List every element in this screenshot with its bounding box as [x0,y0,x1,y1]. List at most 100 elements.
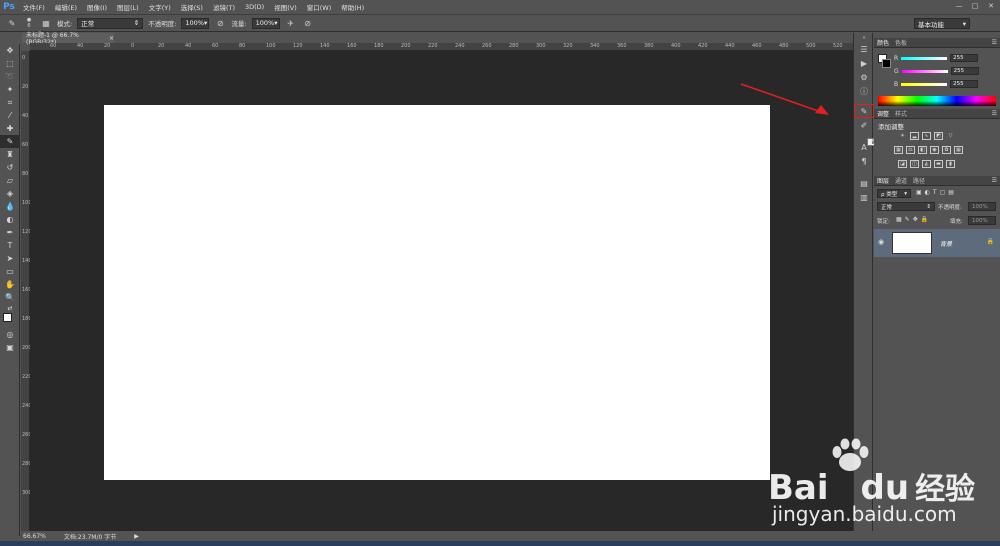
tab-styles[interactable]: 样式 [895,109,907,118]
blur-tool-icon[interactable]: 💧 [0,200,20,213]
tab-layers[interactable]: 图层 [877,176,889,185]
paint-bucket-tool-icon[interactable]: ◈ [0,187,20,200]
lock-move-icon[interactable]: ✥ [913,216,918,223]
panel-menu-icon[interactable]: ☰ [992,177,997,184]
color-lookup-icon[interactable]: ▦ [954,146,963,154]
rectangle-tool-icon[interactable]: ▭ [0,265,20,278]
lock-transparency-icon[interactable]: ▦ [896,216,902,223]
brush-tool-preset-icon[interactable]: ✎ [6,17,18,29]
lasso-tool-icon[interactable]: ➰ [0,70,20,83]
mode-select[interactable]: 正常 ⇕ [77,17,144,29]
eye-visibility-icon[interactable]: ◉ [878,238,884,246]
invert-icon[interactable]: ◪ [898,160,907,168]
gradient-map-icon[interactable]: ▮ [946,160,955,168]
color-balance-icon[interactable]: ⚖ [906,146,915,154]
brush-tool-icon[interactable]: ✎ [0,135,20,148]
paragraph-panel-icon[interactable]: ¶ [854,154,874,168]
lock-all-icon[interactable]: 🔒 [921,216,928,223]
history-brush-tool-icon[interactable]: ↺ [0,161,20,174]
posterize-icon[interactable]: ◫ [910,160,919,168]
screen-mode-icon[interactable]: ▣ [0,341,20,354]
maximize-button[interactable]: □ [968,0,982,11]
blue-slider[interactable] [901,82,948,86]
green-value-input[interactable]: 255 [950,67,979,75]
close-button[interactable]: ✕ [984,0,998,11]
menu-view[interactable]: 视图(V) [269,2,302,12]
hue-saturation-icon[interactable]: ▦ [894,146,903,154]
healing-brush-tool-icon[interactable]: ✚ [0,122,20,135]
tab-channels[interactable]: 通道 [895,176,907,185]
photo-filter-icon[interactable]: ◉ [930,146,939,154]
zoom-tool-icon[interactable]: 🔍 [0,291,20,304]
layer-comps-icon[interactable]: ▤ [854,176,874,190]
menu-type[interactable]: 文字(Y) [144,2,176,12]
panel-menu-icon[interactable]: ☰ [992,110,997,117]
curves-icon[interactable]: ∿ [922,132,931,140]
brightness-icon[interactable]: ☀ [898,132,907,140]
document-tab-close-icon[interactable]: × [109,35,114,42]
marquee-tool-icon[interactable]: ⬚ [0,57,20,70]
airbrush-icon[interactable]: ✈ [285,17,297,29]
blue-value-input[interactable]: 255 [950,80,979,88]
channel-mixer-icon[interactable]: ✿ [942,146,951,154]
menu-layer[interactable]: 图层(L) [112,2,144,12]
lock-paint-icon[interactable]: ✎ [905,216,910,223]
pressure-size-icon[interactable]: ⊘ [302,17,314,29]
history-panel-icon[interactable]: ☰ [854,42,874,56]
tab-color[interactable]: 颜色 [877,38,889,47]
filter-adjust-icon[interactable]: ◐ [925,189,930,196]
workspace-select[interactable]: 基本功能 ▾ [914,18,970,29]
tab-adjustments[interactable]: 调整 [877,109,889,118]
hand-tool-icon[interactable]: ✋ [0,278,20,291]
clone-stamp-tool-icon[interactable]: ♜ [0,148,20,161]
document-tab[interactable]: 未标题-1 @ 66.7%(RGB/32*) × [22,32,114,46]
menu-file[interactable]: 文件(F) [18,2,50,12]
layer-opacity-input[interactable]: 100% [968,202,996,211]
actions-panel-icon[interactable]: ▶ [854,56,874,70]
black-white-icon[interactable]: ◧ [918,146,927,154]
bg-color-swatch[interactable] [882,59,891,68]
opacity-input[interactable]: 100% ▾ [181,17,210,29]
brush-size-picker[interactable]: ● 6 [23,17,35,29]
menu-window[interactable]: 窗口(W) [302,2,337,12]
brush-panel-toggle-icon[interactable]: ▦ [40,17,52,29]
flow-input[interactable]: 100% ▾ [251,17,280,29]
type-tool-icon[interactable]: T [0,239,20,252]
path-selection-tool-icon[interactable]: ➤ [0,252,20,265]
green-slider[interactable] [901,69,948,73]
fill-input[interactable]: 100% [968,216,996,225]
crop-tool-icon[interactable]: ⌗ [0,96,20,109]
red-slider[interactable] [901,56,948,60]
eyedropper-tool-icon[interactable]: ⁄ [0,109,20,122]
menu-3d[interactable]: 3D(D) [240,3,269,11]
brush-panel-icon[interactable]: ✎ [854,104,874,118]
levels-icon[interactable]: ▂ [910,132,919,140]
selective-color-icon[interactable]: ▬ [934,160,943,168]
brush-presets-icon[interactable]: ✐ [854,118,874,132]
vibrance-icon[interactable]: ▽ [946,132,955,140]
collapse-icon[interactable]: « [854,33,874,42]
menu-filter[interactable]: 滤镜(T) [208,2,240,12]
pen-tool-icon[interactable]: ✒ [0,226,20,239]
minimize-button[interactable]: — [952,0,966,11]
dodge-tool-icon[interactable]: ◐ [0,213,20,226]
eraser-tool-icon[interactable]: ▱ [0,174,20,187]
notes-panel-icon[interactable]: ▥ [854,190,874,204]
filter-shape-icon[interactable]: ▢ [940,189,946,196]
color-swatches[interactable] [0,312,20,328]
tab-swatches[interactable]: 色板 [895,38,907,47]
layer-filter-select[interactable]: ρ 类型 ▾ [877,189,911,198]
foreground-color-swatch[interactable] [3,313,12,322]
red-value-input[interactable]: 255 [950,54,979,62]
adjustment-panel-icon[interactable]: ⚙ [854,70,874,84]
menu-image[interactable]: 图像(I) [82,2,112,12]
status-menu-arrow-icon[interactable]: ▶ [134,533,139,540]
filter-type-icon[interactable]: T [933,189,937,196]
menu-select[interactable]: 选择(S) [176,2,208,12]
blend-mode-select[interactable]: 正常 ⇕ [877,202,935,211]
info-panel-icon[interactable]: ⓘ [854,84,874,98]
filter-smart-icon[interactable]: ▤ [948,189,954,196]
tab-paths[interactable]: 路径 [913,176,925,185]
exposure-icon[interactable]: ◩ [934,132,943,140]
menu-help[interactable]: 帮助(H) [336,2,369,12]
